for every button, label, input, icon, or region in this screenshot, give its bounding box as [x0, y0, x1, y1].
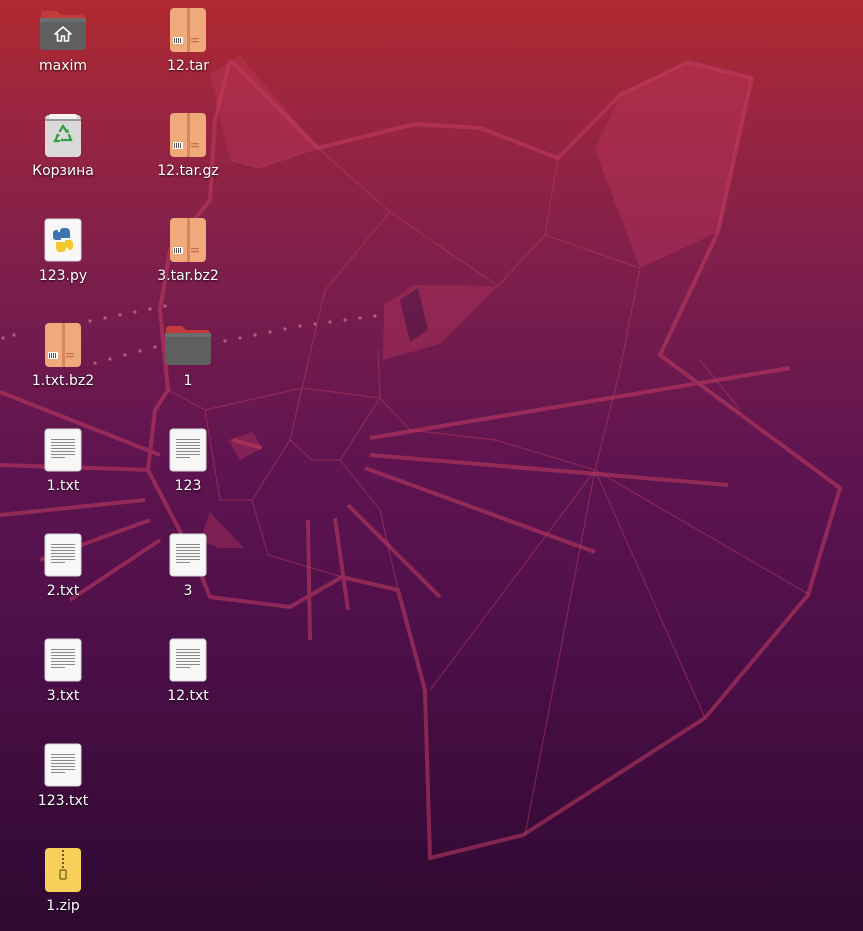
desktop-icon-1-txt[interactable]: 1.txt — [8, 424, 118, 524]
archive-file-icon — [39, 321, 87, 369]
text-file-icon — [164, 531, 212, 579]
text-file-icon — [39, 636, 87, 684]
text-file-icon — [164, 426, 212, 474]
text-file-icon — [164, 636, 212, 684]
icon-label: 12.tar — [166, 58, 210, 74]
text-file-icon — [39, 741, 87, 789]
archive-file-icon — [164, 216, 212, 264]
icon-label: 3 — [183, 583, 193, 599]
desktop-icon-12-tar-gz[interactable]: 12.tar.gz — [133, 109, 243, 209]
desktop-icon-12-tar[interactable]: 12.tar — [133, 4, 243, 104]
desktop-icon-2-txt[interactable]: 2.txt — [8, 529, 118, 629]
icon-label: 1.zip — [46, 898, 80, 914]
desktop-icon-123-txt[interactable]: 123.txt — [8, 739, 118, 839]
desktop-icon-123[interactable]: 123 — [133, 424, 243, 524]
desktop[interactable]: maxim Корзина 123.py 1.txt.bz2 1.txt 2.t… — [0, 0, 863, 931]
icon-label: 2.txt — [46, 583, 80, 599]
icon-label: 1.txt — [46, 478, 80, 494]
desktop-icon-1-zip[interactable]: 1.zip — [8, 844, 118, 931]
icon-label: 123.txt — [37, 793, 89, 809]
icon-label: 1 — [183, 373, 193, 389]
icon-label: 123 — [174, 478, 202, 494]
icon-label: 12.txt — [167, 688, 209, 704]
desktop-icon-folder-1[interactable]: 1 — [133, 319, 243, 419]
text-file-icon — [39, 426, 87, 474]
trash-icon — [39, 111, 87, 159]
python-file-icon — [39, 216, 87, 264]
desktop-icon-123-py[interactable]: 123.py — [8, 214, 118, 314]
icon-label: 3.txt — [46, 688, 80, 704]
desktop-icon-maxim[interactable]: maxim — [8, 4, 118, 104]
archive-file-icon — [164, 6, 212, 54]
desktop-icon-trash[interactable]: Корзина — [8, 109, 118, 209]
archive-file-icon — [164, 111, 212, 159]
icon-label: maxim — [38, 58, 88, 74]
zip-file-icon — [39, 846, 87, 894]
wallpaper-cat-art — [0, 55, 842, 860]
desktop-icon-3-tar-bz2[interactable]: 3.tar.bz2 — [133, 214, 243, 314]
icon-label: 3.tar.bz2 — [157, 268, 219, 284]
icon-label: 12.tar.gz — [157, 163, 219, 179]
icon-label: 1.txt.bz2 — [31, 373, 95, 389]
desktop-icon-3[interactable]: 3 — [133, 529, 243, 629]
home-folder-icon — [39, 6, 87, 54]
desktop-icon-1-txt-bz2[interactable]: 1.txt.bz2 — [8, 319, 118, 419]
folder-icon — [164, 321, 212, 369]
desktop-icon-3-txt[interactable]: 3.txt — [8, 634, 118, 734]
icon-label: 123.py — [38, 268, 88, 284]
icon-label: Корзина — [32, 163, 94, 179]
desktop-icon-12-txt[interactable]: 12.txt — [133, 634, 243, 734]
text-file-icon — [39, 531, 87, 579]
